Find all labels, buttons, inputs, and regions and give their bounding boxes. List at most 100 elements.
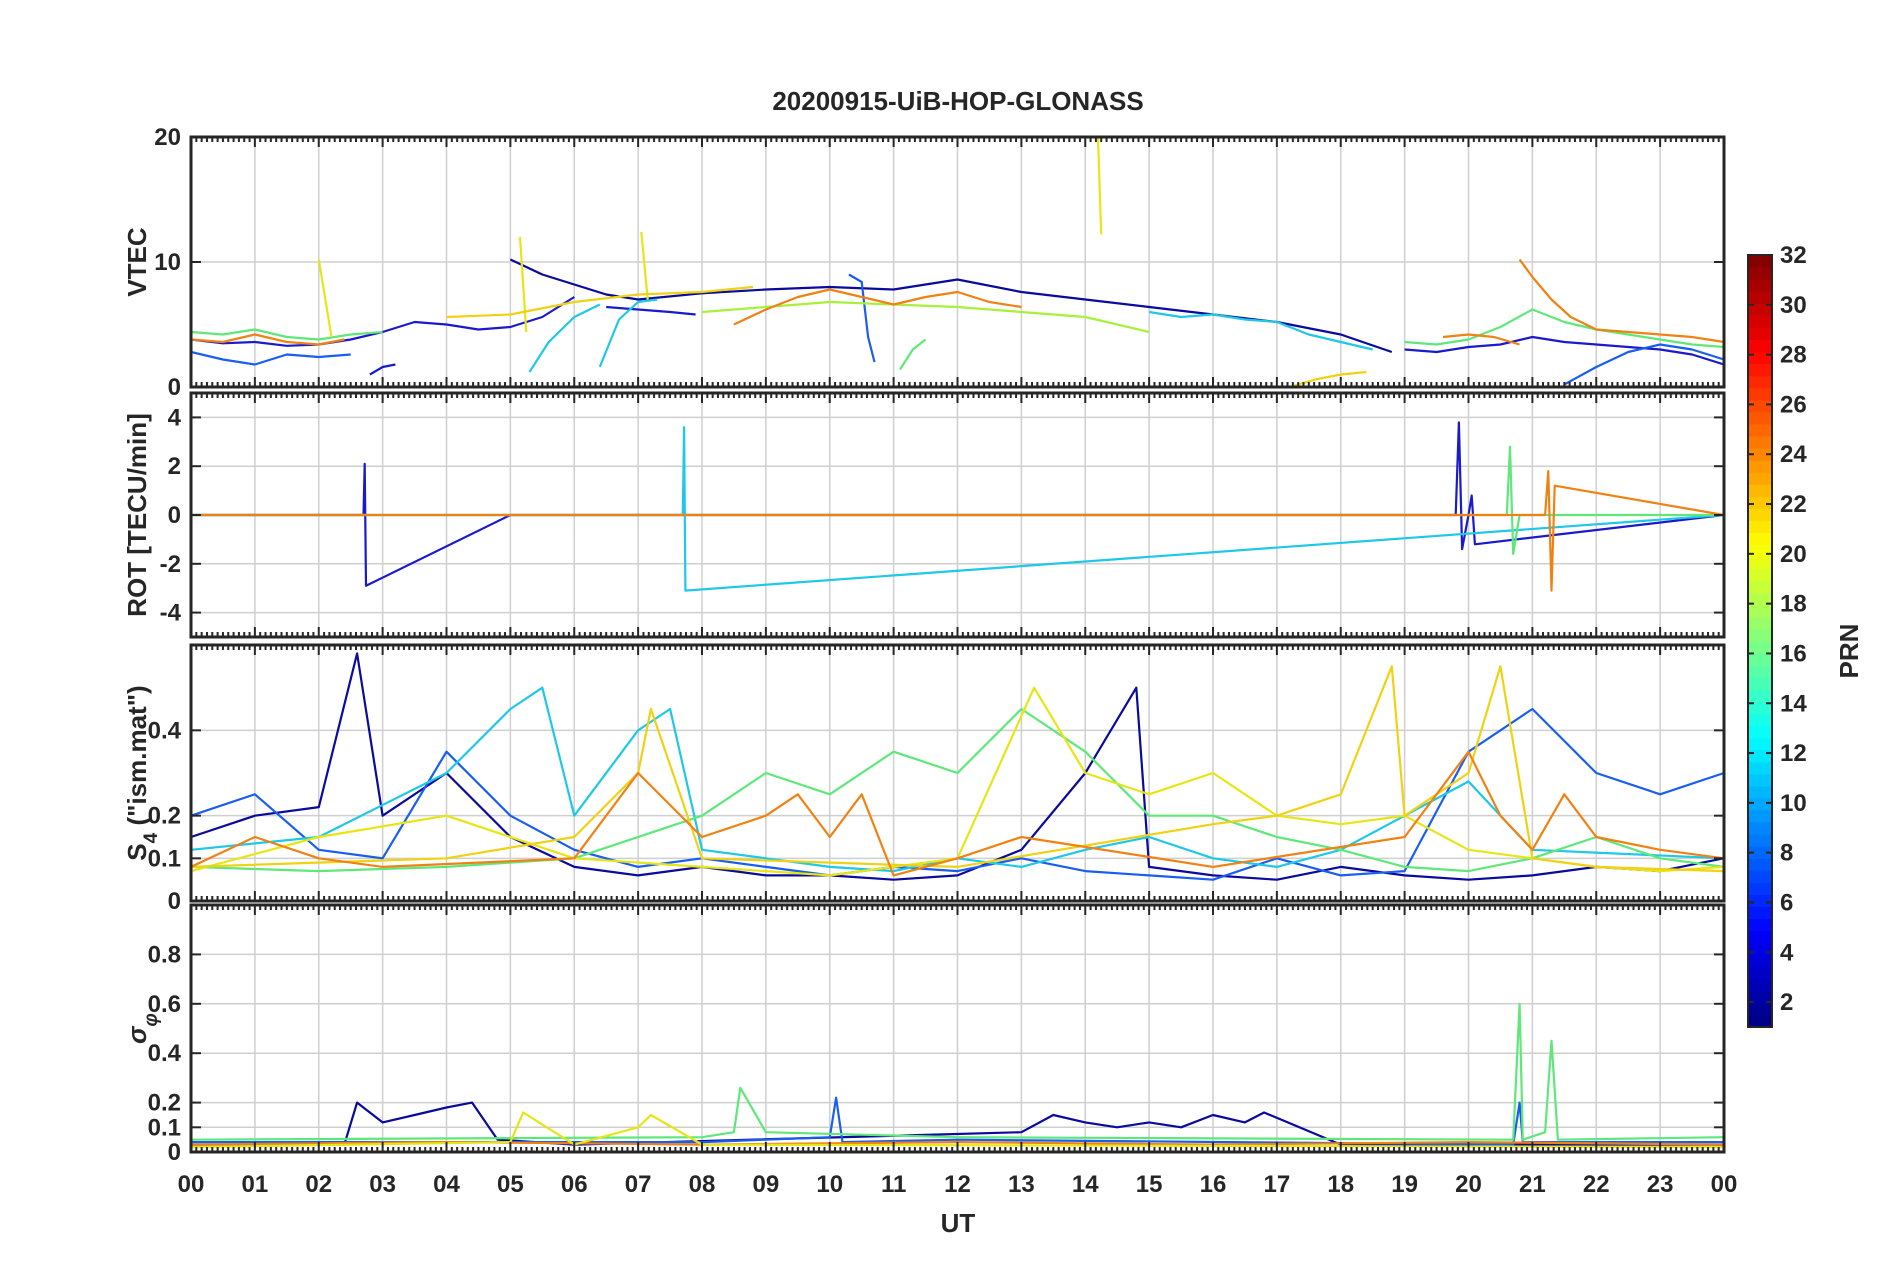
- x-tick-label: 14: [1072, 1171, 1099, 1198]
- y-tick-label: 0.4: [148, 717, 182, 744]
- y-tick-label: 0: [168, 374, 181, 401]
- colorbar-bin: [1748, 363, 1772, 377]
- x-tick-label: 23: [1647, 1171, 1674, 1198]
- colorbar-bin: [1748, 834, 1772, 847]
- colorbar-bin: [1748, 653, 1772, 666]
- panel-2: -4 -2 0 2 4 ROT [TECU/min]: [122, 391, 1726, 639]
- y-tick-label: 4: [168, 404, 182, 431]
- colorbar-bin: [1748, 399, 1772, 413]
- colorbar-bin: [1748, 496, 1772, 509]
- colorbar-bin: [1748, 870, 1772, 883]
- x-tick-label: 13: [1008, 1171, 1035, 1198]
- colorbar-bin: [1748, 641, 1772, 654]
- colorbar-bin: [1748, 930, 1772, 944]
- panel-4: 00.10.20.40.60.8σφ: [122, 903, 1726, 1166]
- colorbar-bin: [1748, 713, 1772, 727]
- panel-1: 0 10 20 VTEC: [122, 124, 1726, 401]
- label-part: 4: [141, 832, 162, 843]
- colorbar-bin: [1748, 616, 1772, 630]
- x-tick-label: 11: [881, 1171, 906, 1198]
- colorbar-bin: [1748, 821, 1772, 835]
- x-tick-label: 06: [561, 1171, 588, 1198]
- colorbar-bin: [1748, 315, 1772, 328]
- x-tick-label: 02: [305, 1171, 332, 1198]
- colorbar-bin: [1748, 604, 1772, 618]
- x-axis-label: UT: [941, 1208, 976, 1238]
- y-tick-label: 20: [154, 124, 181, 151]
- label-part: S: [122, 843, 152, 860]
- y-tick-label: 0.1: [148, 1114, 181, 1141]
- y-axis-label: VTEC: [122, 227, 152, 297]
- colorbar-bin: [1748, 628, 1772, 642]
- colorbar-bin: [1748, 411, 1772, 425]
- colorbar-bin: [1748, 894, 1772, 907]
- y-tick-label: 2: [168, 453, 181, 480]
- colorbar-bin: [1748, 689, 1772, 702]
- colorbar-bin: [1748, 1014, 1772, 1028]
- x-tick-label: 08: [689, 1171, 716, 1198]
- x-tick-label: 18: [1327, 1171, 1354, 1198]
- colorbar-bin: [1748, 520, 1772, 534]
- colorbar-tick-label: 20: [1780, 541, 1807, 568]
- colorbar-bin: [1748, 785, 1772, 799]
- colorbar-bin: [1748, 339, 1772, 353]
- colorbar-tick-label: 16: [1780, 640, 1807, 667]
- colorbar-bin: [1748, 761, 1772, 775]
- colorbar-bin: [1748, 291, 1772, 304]
- colorbar-bin: [1748, 267, 1772, 280]
- colorbar-bin: [1748, 725, 1772, 739]
- x-tick-label: 21: [1519, 1171, 1546, 1198]
- colorbar-bin: [1748, 677, 1772, 690]
- colorbar-bin: [1748, 532, 1772, 546]
- colorbar-bin: [1748, 978, 1772, 992]
- y-tick-label: 10: [154, 249, 181, 276]
- x-tick-label: 19: [1391, 1171, 1418, 1198]
- colorbar-tick-label: 6: [1780, 889, 1793, 916]
- colorbar-tick-label: 10: [1780, 790, 1807, 817]
- panel-3: 00.10.20.4S4 ("ism.mat"): [122, 643, 1726, 915]
- y-tick-label: 0: [168, 888, 181, 915]
- colorbar-bin: [1748, 460, 1772, 473]
- colorbar-bin: [1748, 580, 1772, 594]
- colorbar-bin: [1748, 665, 1772, 678]
- colorbar-bin: [1748, 737, 1772, 751]
- colorbar-tick-label: 24: [1780, 441, 1807, 468]
- colorbar-bin: [1748, 918, 1772, 932]
- y-tick-label: -4: [160, 600, 182, 627]
- y-axis-label: S4 ("ism.mat"): [122, 685, 162, 860]
- colorbar-bin: [1748, 279, 1772, 292]
- y-tick-label: 0.8: [148, 941, 181, 968]
- colorbar-bin: [1748, 375, 1772, 389]
- x-tick-label: 15: [1136, 1171, 1163, 1198]
- x-tick-label: 00: [178, 1171, 205, 1198]
- x-tick-label: 04: [433, 1171, 460, 1198]
- colorbar-bin: [1748, 544, 1772, 558]
- x-tick-label: 16: [1200, 1171, 1227, 1198]
- colorbar-bin: [1748, 508, 1772, 521]
- x-tick-label: 03: [369, 1171, 396, 1198]
- x-tick-label: 01: [242, 1171, 269, 1198]
- colorbar-bin: [1748, 568, 1772, 582]
- x-tick-label: 22: [1583, 1171, 1610, 1198]
- colorbar-bin: [1748, 942, 1772, 956]
- y-tick-label: 0.2: [148, 1090, 181, 1117]
- colorbar-tick-label: 26: [1780, 391, 1807, 418]
- colorbar-bin: [1748, 327, 1772, 341]
- colorbar-tick-label: 30: [1780, 292, 1807, 319]
- colorbar-bin: [1748, 351, 1772, 365]
- colorbar-bin: [1748, 797, 1772, 811]
- colorbar-bin: [1748, 435, 1772, 449]
- y-tick-label: 0.2: [148, 803, 181, 830]
- colorbar-bin: [1748, 809, 1772, 823]
- y-tick-label: 0.4: [148, 1040, 182, 1067]
- x-tick-label: 05: [497, 1171, 524, 1198]
- colorbar-tick-label: 18: [1780, 591, 1807, 618]
- x-tick-label: 20: [1455, 1171, 1482, 1198]
- colorbar-tick-label: 2: [1780, 989, 1793, 1016]
- colorbar-label: PRN: [1834, 624, 1864, 679]
- x-tick-label: 12: [944, 1171, 971, 1198]
- colorbar-bin: [1748, 858, 1772, 871]
- y-axis-label: ROT [TECU/min]: [122, 413, 152, 617]
- colorbar-tick-label: 8: [1780, 840, 1793, 867]
- colorbar-bin: [1748, 773, 1772, 787]
